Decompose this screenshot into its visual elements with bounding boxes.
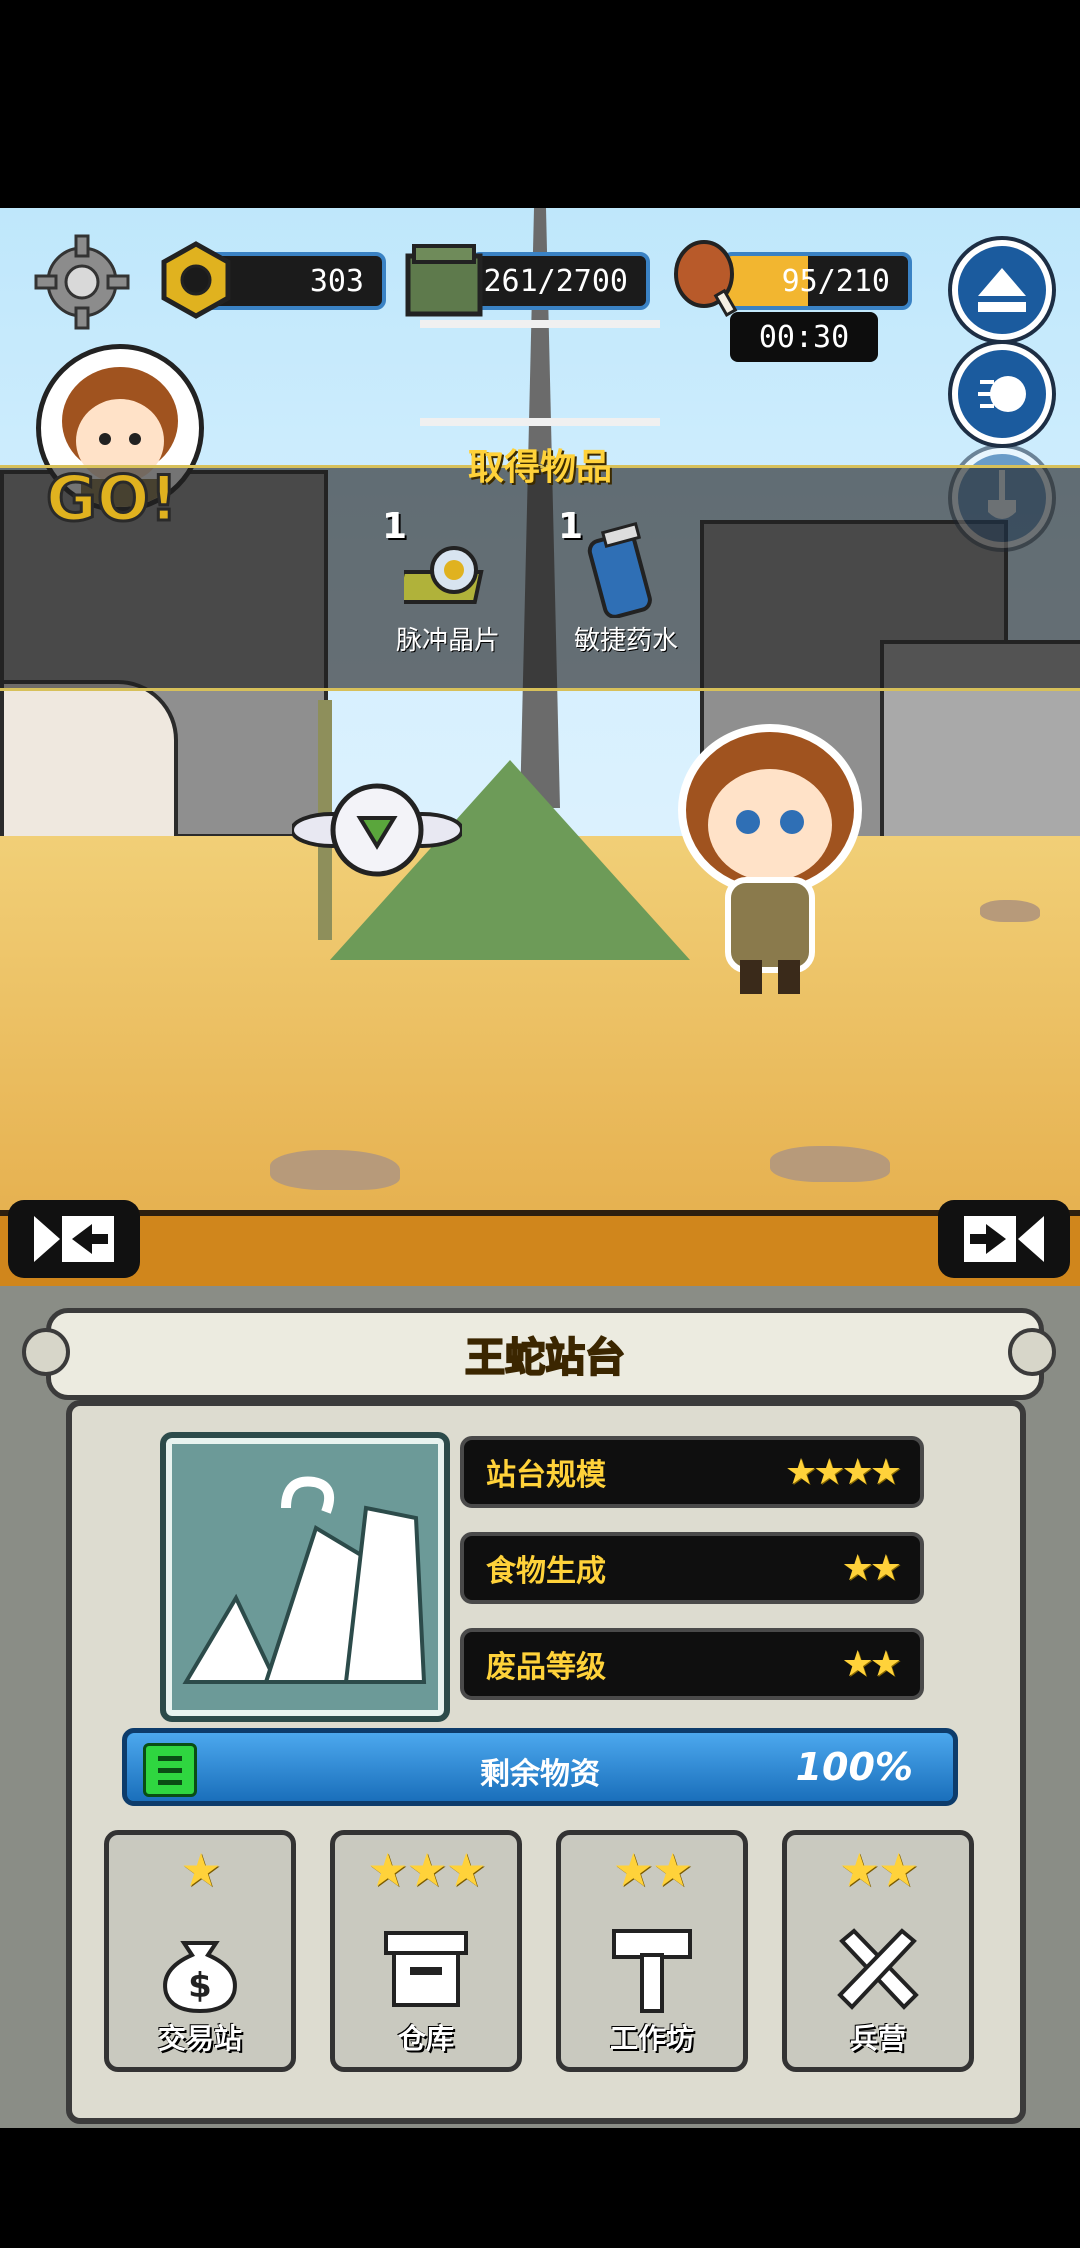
- tower-platform: [420, 320, 660, 426]
- building-card-storage[interactable]: ★★★ 仓库: [330, 1830, 522, 2072]
- stat-row: 食物生成 ★★: [460, 1532, 924, 1604]
- stars: ★★: [841, 1547, 902, 1589]
- potion-icon: [586, 522, 656, 619]
- food-counter: 95/210: [722, 252, 912, 310]
- scroll-knob: [1008, 1328, 1056, 1376]
- food-timer: 00:30: [730, 312, 878, 362]
- rock: [770, 1146, 890, 1182]
- stat-row: 站台规模 ★★★★: [460, 1436, 924, 1508]
- stat-label: 废品等级: [486, 1650, 606, 1685]
- building-label: 兵营: [849, 2022, 906, 2055]
- bolts-value: 303: [309, 263, 364, 299]
- remaining-percent: 100%: [795, 1745, 913, 1789]
- meat-icon: [670, 234, 750, 320]
- stars: ★★: [612, 1843, 693, 1897]
- stat-row: 废品等级 ★★: [460, 1628, 924, 1700]
- go-label: GO!: [45, 461, 180, 537]
- building-card-trading[interactable]: ★ $ 交易站: [104, 1830, 296, 2072]
- building-label: 工作坊: [609, 2022, 694, 2055]
- item-label: 敏捷药水: [574, 626, 679, 656]
- stars: ★★: [838, 1843, 919, 1897]
- chip-icon: [394, 540, 494, 620]
- crossed-swords-icon: [832, 1923, 924, 2015]
- storage-icon: [380, 1923, 472, 2015]
- drone-icon[interactable]: [290, 780, 464, 880]
- building-card-barracks[interactable]: ★★ 兵营: [782, 1830, 974, 2072]
- rock: [270, 1150, 400, 1190]
- supplies-value: 261/2700: [483, 263, 629, 299]
- rock: [980, 900, 1040, 922]
- previous-station-button[interactable]: [8, 1200, 140, 1278]
- stars: ★★★★: [784, 1451, 902, 1493]
- settings-gear-icon[interactable]: [34, 234, 130, 330]
- player-character[interactable]: [670, 710, 870, 1000]
- bolt-icon: [156, 240, 236, 320]
- stat-label: 站台规模: [486, 1458, 606, 1493]
- stars: ★★★: [367, 1843, 487, 1897]
- dirt-band: [0, 1210, 1080, 1292]
- next-station-button[interactable]: [938, 1200, 1070, 1278]
- money-bag-icon: $: [154, 1923, 246, 2015]
- supplies-counter: 261/2700: [470, 252, 650, 310]
- item-label: 脉冲晶片: [396, 626, 501, 656]
- svg-text:$: $: [188, 1966, 212, 2006]
- eject-button[interactable]: [952, 240, 1052, 340]
- station-title-bar: 王蛇站台: [46, 1308, 1044, 1400]
- scroll-knob: [22, 1328, 70, 1376]
- white-tent: [0, 680, 178, 848]
- shout-button[interactable]: [952, 344, 1052, 444]
- remaining-supplies-bar: 剩余物资 100%: [122, 1728, 958, 1806]
- station-thumbnail: [160, 1432, 450, 1722]
- station-title: 王蛇站台: [464, 1334, 626, 1382]
- hammer-icon: [606, 1923, 698, 2015]
- stars: ★★: [841, 1643, 902, 1685]
- stat-label: 食物生成: [486, 1554, 606, 1589]
- crate-icon: [402, 242, 486, 320]
- food-value: 95/210: [781, 263, 890, 299]
- building-card-workshop[interactable]: ★★ 工作坊: [556, 1830, 748, 2072]
- stars: ★: [180, 1843, 221, 1897]
- building-label: 交易站: [157, 2022, 242, 2055]
- item-count: 1: [558, 506, 584, 547]
- building-label: 仓库: [397, 2022, 454, 2055]
